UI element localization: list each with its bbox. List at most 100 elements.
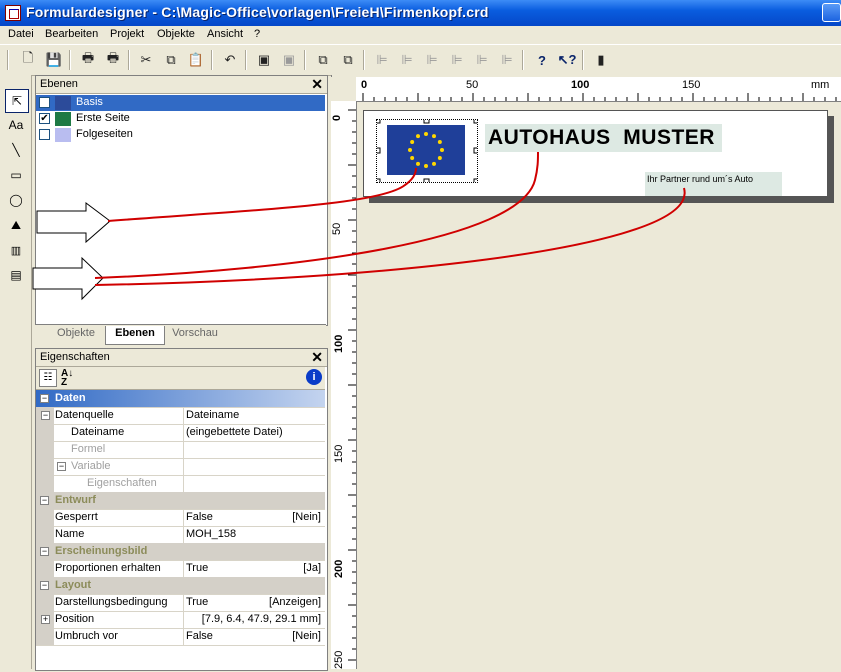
print-icon[interactable]: 🖶 — [77, 49, 99, 71]
barcode-tool-icon[interactable]: ▥ — [5, 239, 27, 261]
eu-star — [424, 164, 428, 168]
property-category[interactable]: − Daten — [36, 390, 325, 408]
menu-projekt[interactable]: Projekt — [110, 28, 144, 40]
layer-checkbox[interactable] — [39, 97, 50, 108]
property-display-value: [Nein] — [292, 511, 321, 523]
size-icon[interactable]: ⊫ — [496, 49, 518, 71]
app-icon[interactable] — [5, 5, 21, 21]
property-category[interactable]: − Entwurf — [36, 492, 325, 510]
property-category[interactable]: − Layout — [36, 577, 325, 595]
layer-item-basis[interactable]: Basis — [36, 95, 325, 111]
property-name: Darstellungsbedingung — [55, 596, 168, 608]
new-icon[interactable]: 🗋 — [17, 49, 39, 71]
property-row[interactable]: + Position [7.9, 6.4, 47.9, 29.1 mm] — [36, 611, 325, 629]
copy-icon[interactable]: ⧉ — [160, 49, 182, 71]
menu-help[interactable]: ? — [254, 28, 260, 40]
property-value[interactable]: MOH_158 — [186, 528, 236, 540]
distribute-v-icon[interactable]: ⊫ — [471, 49, 493, 71]
ruler-label: 0 — [361, 79, 368, 91]
collapse-icon[interactable]: − — [41, 411, 50, 420]
layer-checkbox[interactable]: ✔ — [39, 113, 50, 124]
context-help-icon[interactable]: ↖? — [556, 49, 578, 71]
tagline-box[interactable]: Ihr Partner rund um´s Auto — [645, 172, 782, 196]
property-value[interactable]: True — [186, 596, 208, 608]
ungroup-icon[interactable]: ▣ — [278, 49, 300, 71]
expand-icon[interactable]: + — [41, 615, 50, 624]
distribute-icon[interactable]: ⊫ — [446, 49, 468, 71]
property-row[interactable]: Proportionen erhalten True [Ja] — [36, 560, 325, 578]
property-row[interactable]: − Datenquelle Dateiname — [36, 407, 325, 425]
vertical-ruler: 0 50 100 150 200 250 — [331, 101, 357, 669]
menu-bearbeiten[interactable]: Bearbeiten — [45, 28, 98, 40]
select-tool-icon[interactable]: ⇱ — [5, 89, 29, 113]
exit-icon[interactable]: ▮ — [590, 49, 612, 71]
properties-panel-title: Eigenschaften — [40, 351, 110, 363]
column-divider — [183, 628, 184, 645]
headline-box[interactable]: AUTOHAUS MUSTER — [485, 124, 722, 152]
collapse-icon[interactable]: − — [40, 496, 49, 505]
align-left-icon[interactable]: ⊫ — [371, 49, 393, 71]
eu-flag-image[interactable] — [374, 117, 480, 185]
tab-ebenen[interactable]: Ebenen — [105, 326, 165, 345]
eu-star — [432, 134, 436, 139]
collapse-icon[interactable]: − — [57, 462, 66, 471]
align-right-icon[interactable]: ⊫ — [421, 49, 443, 71]
property-category[interactable]: − Erscheinungsbild — [36, 543, 325, 561]
minimize-button[interactable] — [822, 3, 841, 22]
print-preview-icon[interactable]: 🖶 — [102, 49, 124, 71]
menu-datei[interactable]: Datei — [8, 28, 34, 40]
info-icon[interactable]: i — [306, 369, 322, 385]
line-tool-icon[interactable]: ╲ — [5, 139, 27, 161]
close-icon[interactable]: ✕ — [311, 76, 323, 93]
property-value[interactable]: True — [186, 562, 208, 574]
image-tool-icon[interactable]: ⛰ — [5, 214, 27, 236]
help-icon[interactable]: ? — [531, 49, 553, 71]
column-divider — [183, 475, 184, 492]
logo-frame[interactable] — [374, 117, 480, 185]
layer-color-swatch — [55, 128, 71, 142]
property-row[interactable]: − Variable — [36, 458, 325, 476]
property-row[interactable]: Eigenschaften — [36, 475, 325, 493]
undo-icon[interactable]: ↶ — [219, 49, 241, 71]
cut-icon[interactable]: ✂ — [135, 49, 157, 71]
menu-ansicht[interactable]: Ansicht — [207, 28, 243, 40]
layers-front-icon[interactable]: ⧉ — [312, 49, 334, 71]
property-value[interactable]: False — [186, 630, 213, 642]
rectangle-tool-icon[interactable]: ▭ — [5, 164, 27, 186]
property-row[interactable]: Darstellungsbedingung True [Anzeigen] — [36, 594, 325, 612]
property-value[interactable]: False — [186, 511, 213, 523]
ruler-label: 250 — [333, 650, 345, 669]
layer-checkbox[interactable] — [39, 129, 50, 140]
property-row[interactable]: Dateiname (eingebettete Datei) — [36, 424, 325, 442]
layer-item-folgeseiten[interactable]: Folgeseiten — [36, 127, 325, 143]
property-row[interactable]: Formel — [36, 441, 325, 459]
collapse-icon[interactable]: − — [40, 581, 49, 590]
document-page[interactable]: AUTOHAUS MUSTER Ihr Partner rund um´s Au… — [363, 110, 828, 197]
layers-back-icon[interactable]: ⧉ — [337, 49, 359, 71]
ellipse-tool-icon[interactable]: ◯ — [5, 189, 27, 211]
sort-alpha-icon[interactable]: A↓ Z — [61, 369, 73, 388]
group-icon[interactable]: ▣ — [253, 49, 275, 71]
align-center-icon[interactable]: ⊫ — [396, 49, 418, 71]
property-name: Name — [55, 528, 85, 540]
formatted-text-tool-icon[interactable]: ▤ — [5, 264, 27, 286]
close-icon[interactable]: ✕ — [311, 349, 323, 366]
tab-objekte[interactable]: Objekte — [51, 326, 101, 344]
paste-icon[interactable]: 📋 — [185, 49, 207, 71]
tab-vorschau[interactable]: Vorschau — [167, 326, 223, 344]
text-tool-icon[interactable]: Aa — [5, 114, 27, 136]
layer-item-erste-seite[interactable]: ✔ Erste Seite — [36, 111, 325, 127]
property-row[interactable]: Gesperrt False [Nein] — [36, 509, 325, 527]
collapse-icon[interactable]: − — [40, 547, 49, 556]
property-row[interactable]: Umbruch vor False [Nein] — [36, 628, 325, 646]
category-label: Erscheinungsbild — [55, 545, 148, 557]
property-row[interactable]: Name MOH_158 — [36, 526, 325, 544]
categorized-icon[interactable]: ☷ — [39, 369, 57, 387]
property-value[interactable]: (eingebettete Datei) — [186, 426, 283, 438]
collapse-icon[interactable]: − — [40, 394, 49, 403]
property-value[interactable]: Dateiname — [186, 409, 239, 421]
save-icon[interactable]: 💾 — [43, 49, 65, 71]
row-gutter — [36, 509, 54, 526]
menu-objekte[interactable]: Objekte — [157, 28, 195, 40]
property-display-value: [Anzeigen] — [269, 596, 321, 608]
